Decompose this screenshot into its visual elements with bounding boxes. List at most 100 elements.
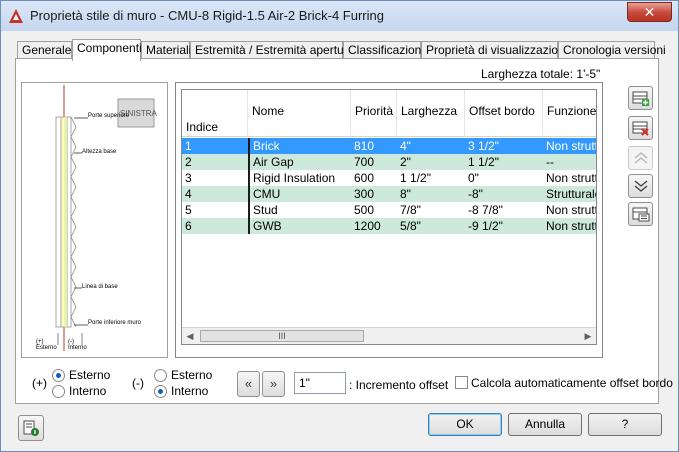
cell-offset[interactable]: 1 1/2" <box>465 154 543 170</box>
delete-component-icon <box>632 121 649 136</box>
cell-width[interactable]: 8" <box>397 186 465 202</box>
dialog-window: Proprietà stile di muro - CMU-8 Rigid-1.… <box>0 0 679 452</box>
cell-priority[interactable]: 500 <box>351 202 397 218</box>
cell-offset[interactable]: -8 7/8" <box>465 202 543 218</box>
preview-label-height: Altezza base <box>82 149 117 155</box>
component-list-button[interactable] <box>628 202 653 226</box>
plus-interno-radio[interactable] <box>52 385 65 398</box>
help-button[interactable]: ? <box>588 413 662 436</box>
cell-name[interactable]: GWB <box>248 218 351 234</box>
add-component-icon <box>632 91 649 106</box>
cell-index[interactable]: 2 <box>182 154 248 170</box>
cell-priority[interactable]: 300 <box>351 186 397 202</box>
table-row[interactable]: 1Brick8104"3 1/2"Non strutturale <box>182 138 596 154</box>
auto-offset-label[interactable]: Calcola automaticamente offset bordo <box>471 376 673 390</box>
minus-interno-radio[interactable] <box>154 385 167 398</box>
preview-label-exterior: (+) Esterno <box>36 339 57 351</box>
cell-width[interactable]: 1 1/2" <box>397 170 465 186</box>
cell-function[interactable]: -- <box>543 154 596 170</box>
delete-component-button[interactable] <box>628 116 653 140</box>
cell-offset[interactable]: -9 1/2" <box>465 218 543 234</box>
column-header-nome[interactable]: Nome <box>248 90 351 137</box>
help-book-icon <box>23 420 39 436</box>
scroll-right-icon[interactable]: ▶ <box>582 331 594 342</box>
cell-index[interactable]: 4 <box>182 186 248 202</box>
cell-name[interactable]: Rigid Insulation <box>248 170 351 186</box>
table-row[interactable]: 2 Air Gap 700 2" 1 1/2" -- <box>182 154 596 170</box>
column-header-indice[interactable]: Indice <box>182 90 248 137</box>
tab-componenti[interactable]: Componenti <box>72 39 142 61</box>
cell-name[interactable]: Air Gap <box>248 154 351 170</box>
move-up-button[interactable] <box>628 146 653 170</box>
window-title: Proprietà stile di muro - CMU-8 Rigid-1.… <box>30 8 384 23</box>
preview-label-top: Porte superiore <box>88 113 130 119</box>
cell-name[interactable]: Stud <box>248 202 351 218</box>
cell-width[interactable]: 5/8" <box>397 218 465 234</box>
title-bar[interactable]: Proprietà stile di muro - CMU-8 Rigid-1.… <box>1 1 678 31</box>
preview-label-interior: (-) Interno <box>68 339 87 351</box>
plus-interno-label[interactable]: Interno <box>69 384 106 398</box>
table-row[interactable]: 4 CMU 300 8" -8" Strutturale <box>182 186 596 202</box>
cell-function[interactable]: Non strutturale <box>543 218 596 234</box>
offset-decrease-button[interactable]: « <box>237 371 260 397</box>
minus-esterno-radio[interactable] <box>154 369 167 382</box>
cell-offset[interactable]: -8" <box>465 186 543 202</box>
quick-help-button[interactable] <box>18 415 44 441</box>
plus-side-label: (+) <box>32 376 47 390</box>
cell-priority[interactable]: 1200 <box>351 218 397 234</box>
cell-priority[interactable]: 810 <box>351 138 397 154</box>
table-row[interactable]: 5Stud5007/8"-8 7/8"Non strutturale <box>182 202 596 218</box>
cell-function[interactable]: Strutturale <box>543 186 596 202</box>
cell-function[interactable]: Non strutturale <box>543 138 596 154</box>
component-list-icon <box>632 207 650 222</box>
cell-index[interactable]: 5 <box>182 202 248 218</box>
cell-index[interactable]: 3 <box>182 170 248 186</box>
offset-increment-input[interactable]: 1" <box>294 372 346 394</box>
move-down-button[interactable] <box>628 174 653 198</box>
table-row[interactable]: 6GWB12005/8"-9 1/2"Non strutturale <box>182 218 596 234</box>
cell-index[interactable]: 6 <box>182 218 248 234</box>
autocad-a-icon <box>9 9 23 23</box>
minus-esterno-label[interactable]: Esterno <box>171 368 212 382</box>
minus-interno-label[interactable]: Interno <box>171 384 208 398</box>
cell-name[interactable]: Brick <box>248 138 351 154</box>
cell-priority[interactable]: 600 <box>351 170 397 186</box>
offset-increase-button[interactable]: » <box>262 371 285 397</box>
cancel-button[interactable]: Annulla <box>508 413 582 436</box>
cell-function[interactable]: Non strutturale <box>543 202 596 218</box>
preview-label-bottom: Porte inferiore muro <box>88 320 142 326</box>
scroll-thumb[interactable]: III <box>200 330 364 342</box>
close-button[interactable]: ✕ <box>627 2 672 22</box>
column-header-priorita[interactable]: Priorità <box>351 90 397 137</box>
scroll-left-icon[interactable]: ◀ <box>184 331 196 342</box>
wall-section-drawing <box>55 85 155 351</box>
ok-button[interactable]: OK <box>428 413 502 436</box>
cell-priority[interactable]: 700 <box>351 154 397 170</box>
column-header-offset-bordo[interactable]: Offset bordo <box>465 90 543 137</box>
cell-offset[interactable]: 3 1/2" <box>465 138 543 154</box>
cell-index[interactable]: 1 <box>182 138 248 154</box>
cell-offset[interactable]: 0" <box>465 170 543 186</box>
cell-width[interactable]: 2" <box>397 154 465 170</box>
wall-preview: SINISTRA Porte superiore Altezza base Li… <box>21 82 168 358</box>
minus-side-label: (-) <box>132 376 144 390</box>
preview-label-base-line: Linea di base <box>82 284 118 290</box>
move-down-icon <box>634 180 648 192</box>
column-header-larghezza[interactable]: Larghezza <box>397 90 465 137</box>
move-up-icon <box>634 152 648 164</box>
plus-esterno-label[interactable]: Esterno <box>69 368 110 382</box>
total-width-label: Larghezza totale: 1'-5" <box>481 67 601 81</box>
cell-width[interactable]: 4" <box>397 138 465 154</box>
offset-increment-label: : Incremento offset <box>349 378 449 392</box>
grid-header: Indice Nome Priorità Larghezza Offset bo… <box>182 90 596 137</box>
components-grid[interactable]: Indice Nome Priorità Larghezza Offset bo… <box>181 89 597 345</box>
table-row[interactable]: 3Rigid Insulation6001 1/2"0"Non struttur… <box>182 170 596 186</box>
horizontal-scrollbar[interactable]: ◀ III ▶ <box>182 327 596 344</box>
cell-name[interactable]: CMU <box>248 186 351 202</box>
add-component-button[interactable] <box>628 86 653 110</box>
cell-function[interactable]: Non strutturale <box>543 170 596 186</box>
plus-esterno-radio[interactable] <box>52 369 65 382</box>
column-header-funzione[interactable]: Funzione <box>543 90 596 137</box>
auto-offset-checkbox[interactable] <box>455 376 468 389</box>
cell-width[interactable]: 7/8" <box>397 202 465 218</box>
